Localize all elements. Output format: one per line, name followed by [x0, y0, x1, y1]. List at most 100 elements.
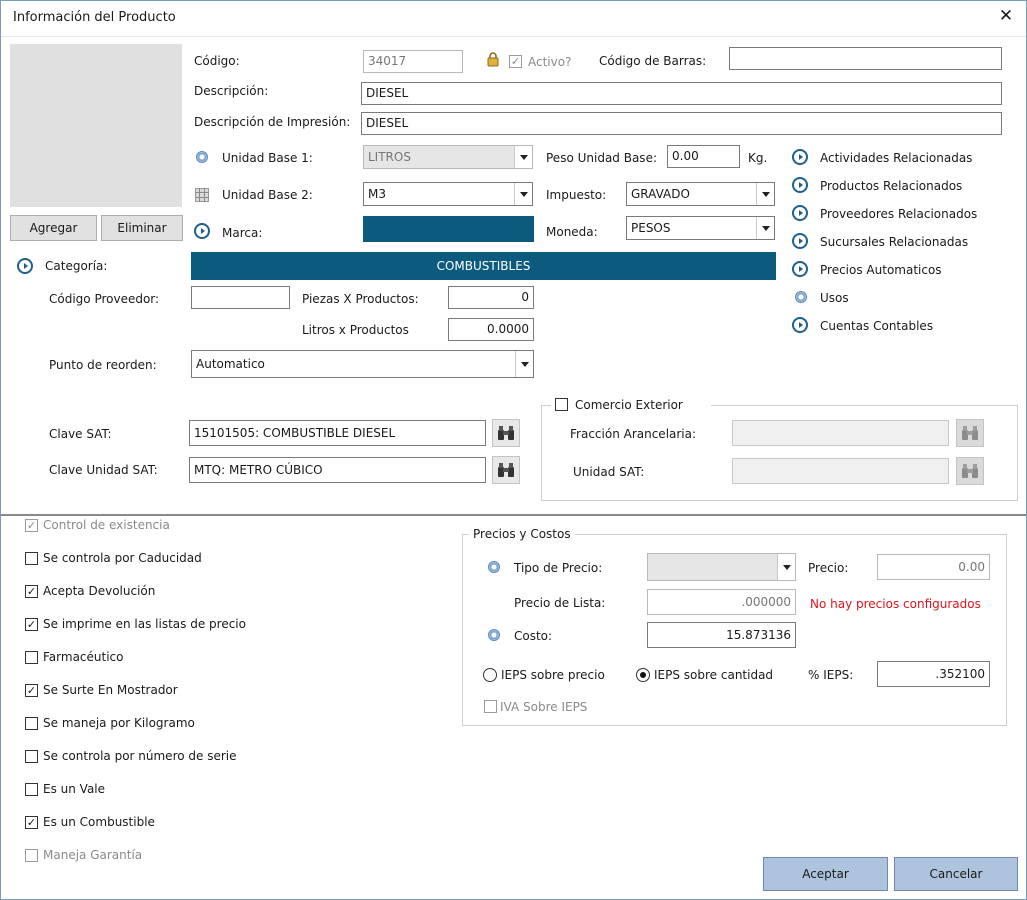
link-productos[interactable]: Productos Relacionados: [820, 179, 962, 193]
impuesto-select[interactable]: GRAVADO: [626, 182, 775, 206]
piezas-label: Piezas X Productos:: [302, 292, 419, 306]
desc-impresion-input[interactable]: DIESEL: [361, 112, 1002, 135]
title-separator: [1, 36, 1026, 37]
activo-label: Activo?: [528, 55, 572, 69]
link-precios-auto[interactable]: Precios Automaticos: [820, 263, 942, 277]
ieps-cantidad-radio[interactable]: [636, 668, 650, 682]
comercio-checkbox[interactable]: [555, 398, 568, 411]
link-sucursales[interactable]: Sucursales Relacionadas: [820, 235, 968, 249]
precios-legend: Precios y Costos: [469, 527, 575, 541]
costo-input[interactable]: 15.873136: [647, 622, 796, 648]
precio-label: Precio:: [808, 561, 849, 575]
option-checkbox[interactable]: [25, 651, 38, 664]
iva-ieps-label: IVA Sobre IEPS: [500, 700, 588, 714]
costo-info-icon[interactable]: [488, 629, 500, 641]
link-proveedores[interactable]: Proveedores Relacionados: [820, 207, 977, 221]
lock-icon: [485, 51, 501, 67]
grid-icon[interactable]: [195, 188, 209, 202]
ieps-pct-input[interactable]: .352100: [877, 661, 990, 687]
ieps-precio-radio[interactable]: [483, 668, 497, 682]
categoria-go-icon[interactable]: [17, 258, 33, 274]
clave-unidad-input[interactable]: MTQ: METRO CÚBICO: [189, 457, 486, 483]
ieps-precio-label[interactable]: IEPS sobre precio: [501, 668, 605, 682]
unidad2-select[interactable]: M3: [363, 182, 533, 206]
codigo-prov-input[interactable]: [191, 286, 290, 309]
clave-unidad-search-button[interactable]: [492, 456, 520, 484]
proveedores-go-icon[interactable]: [792, 205, 808, 221]
litros-input[interactable]: 0.0000: [448, 318, 534, 341]
marca-go-icon[interactable]: [194, 223, 210, 239]
clave-unidad-label: Clave Unidad SAT:: [49, 463, 158, 477]
reorden-select[interactable]: Automatico: [191, 350, 534, 378]
cuentas-go-icon[interactable]: [792, 317, 808, 333]
unidad1-select: LITROS: [363, 145, 533, 169]
tipo-precio-select[interactable]: [647, 553, 796, 581]
unidad-sat-search-button: [956, 457, 984, 485]
moneda-label: Moneda:: [546, 225, 598, 239]
chevron-down-icon[interactable]: [756, 217, 774, 239]
desc-impresion-label: Descripción de Impresión:: [194, 115, 351, 129]
tipo-precio-label: Tipo de Precio:: [514, 561, 603, 575]
binoculars-icon: [962, 464, 978, 478]
usos-info-icon[interactable]: [795, 291, 807, 303]
litros-label: Litros x Productos: [302, 323, 409, 337]
sucursales-go-icon[interactable]: [792, 233, 808, 249]
precios-auto-go-icon[interactable]: [792, 261, 808, 277]
ieps-cantidad-label[interactable]: IEPS sobre cantidad: [654, 668, 773, 682]
option-checkbox[interactable]: ✓: [25, 618, 38, 631]
chevron-down-icon[interactable]: [777, 554, 795, 580]
productos-go-icon[interactable]: [792, 177, 808, 193]
close-icon[interactable]: ✕: [996, 6, 1016, 26]
moneda-select[interactable]: PESOS: [626, 216, 775, 240]
piezas-input[interactable]: 0: [448, 286, 534, 309]
option-checkbox[interactable]: [25, 552, 38, 565]
codigo-label: Código:: [194, 54, 240, 68]
option-checkbox[interactable]: ✓: [25, 585, 38, 598]
tipo-precio-info-icon[interactable]: [488, 561, 500, 573]
clave-sat-search-button[interactable]: [492, 419, 520, 447]
option-checkbox[interactable]: [25, 750, 38, 763]
unidad1-info-icon[interactable]: [196, 151, 208, 163]
precio-input: 0.00: [877, 554, 990, 580]
peso-input[interactable]: 0.00: [667, 145, 740, 168]
chevron-down-icon[interactable]: [756, 183, 774, 205]
option-label: Maneja Garantía: [43, 848, 143, 862]
link-usos[interactable]: Usos: [820, 291, 849, 305]
descripcion-input[interactable]: DIESEL: [361, 82, 1002, 105]
option-checkbox: [25, 849, 38, 862]
impuesto-value: GRAVADO: [631, 187, 690, 201]
fraccion-input: [732, 420, 949, 446]
option-label: Es un Combustible: [43, 815, 155, 829]
binoculars-icon: [498, 463, 514, 477]
option-checkbox[interactable]: [25, 783, 38, 796]
option-checkbox: ✓: [25, 519, 38, 532]
fraccion-label: Fracción Arancelaria:: [570, 427, 697, 441]
add-image-button[interactable]: Agregar: [10, 215, 97, 241]
clave-sat-input[interactable]: 15101505: COMBUSTIBLE DIESEL: [189, 420, 486, 446]
actividades-go-icon[interactable]: [792, 149, 808, 165]
option-checkbox[interactable]: ✓: [25, 816, 38, 829]
remove-image-button[interactable]: Eliminar: [101, 215, 183, 241]
option-checkbox[interactable]: [25, 717, 38, 730]
peso-unit: Kg.: [748, 151, 768, 165]
window-title: Información del Producto: [13, 10, 176, 25]
chevron-down-icon[interactable]: [515, 351, 533, 377]
accept-button[interactable]: Aceptar: [763, 857, 888, 891]
cancel-button[interactable]: Cancelar: [894, 857, 1018, 891]
barcode-input[interactable]: [729, 47, 1002, 70]
marca-field[interactable]: [363, 216, 534, 242]
categoria-bar[interactable]: COMBUSTIBLES: [191, 252, 776, 280]
reorden-value: Automatico: [196, 357, 265, 371]
ieps-pct-label: % IEPS:: [808, 668, 854, 682]
link-actividades[interactable]: Actividades Relacionadas: [820, 151, 972, 165]
link-cuentas[interactable]: Cuentas Contables: [820, 319, 933, 333]
chevron-down-icon[interactable]: [514, 183, 532, 205]
costo-label: Costo:: [514, 629, 553, 643]
option-checkbox[interactable]: ✓: [25, 684, 38, 697]
categoria-label: Categoría:: [45, 259, 108, 273]
comercio-legend: Comercio Exterior: [575, 398, 683, 412]
product-info-window: Información del Producto ✕ Agregar Elimi…: [0, 0, 1027, 900]
product-image-placeholder[interactable]: [10, 44, 182, 207]
chevron-down-icon: [514, 146, 532, 168]
impuesto-label: Impuesto:: [546, 188, 607, 202]
